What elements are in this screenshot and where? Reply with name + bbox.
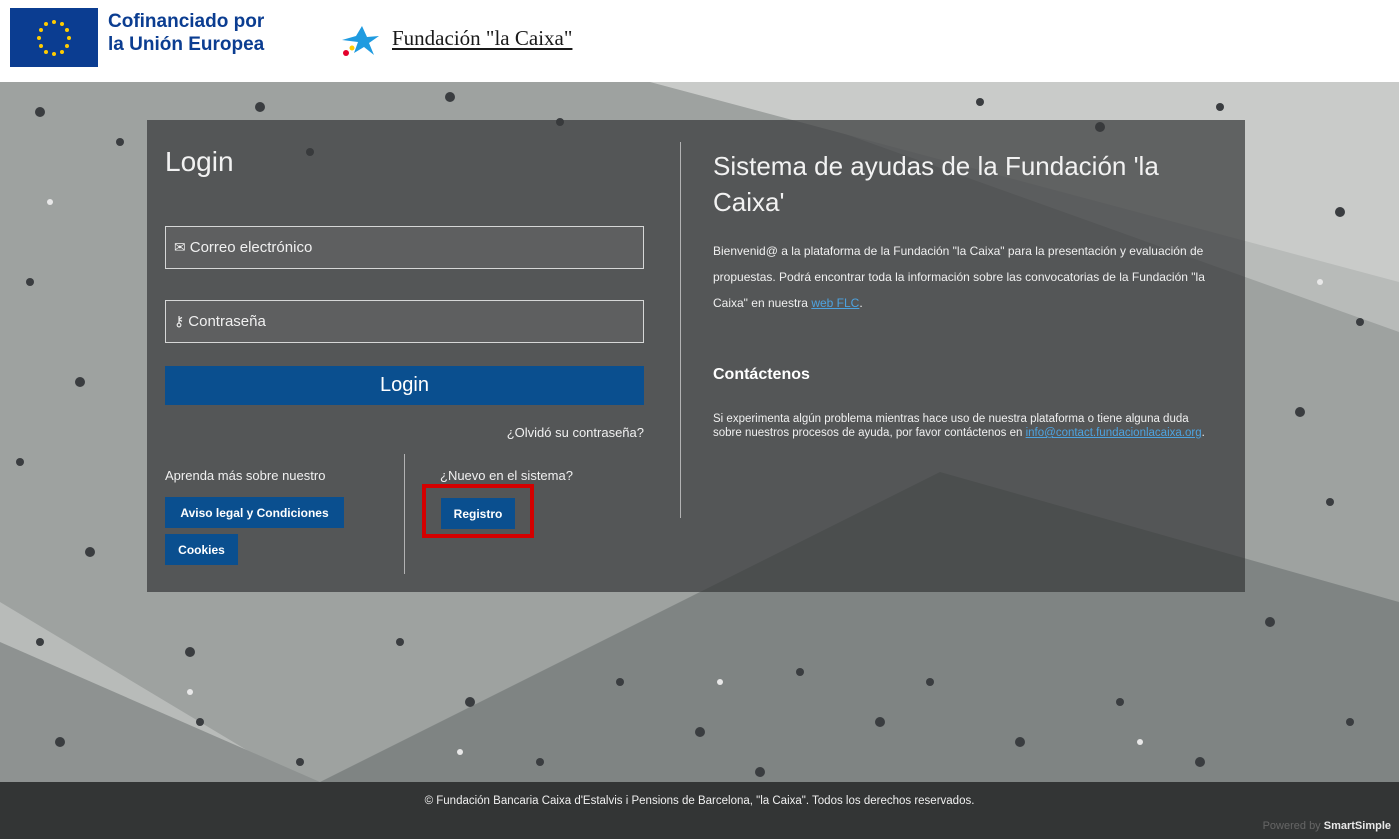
key-icon: ⚷ bbox=[174, 313, 185, 329]
envelope-icon: ✉ bbox=[174, 239, 186, 255]
smartsimple-brand: SmartSimple bbox=[1323, 820, 1391, 832]
eu-line-1: Cofinanciado por bbox=[108, 11, 265, 32]
panel-divider bbox=[680, 142, 681, 518]
password-placeholder: Contraseña bbox=[188, 313, 266, 330]
password-field[interactable]: ⚷ Contraseña bbox=[165, 300, 644, 343]
caixa-logo-text[interactable]: Fundación "la Caixa" bbox=[392, 26, 572, 51]
system-title: Sistema de ayudas de la Fundación 'la Ca… bbox=[713, 151, 1159, 217]
powered-by: Powered by SmartSimple bbox=[1263, 820, 1391, 832]
eu-cofinancing-text: Cofinanciado por la Unión Europea bbox=[108, 10, 264, 56]
eu-flag-icon bbox=[10, 8, 98, 67]
contact-text: Si experimenta algún problema mientras h… bbox=[713, 412, 1213, 440]
cookies-button[interactable]: Cookies bbox=[165, 534, 238, 565]
web-flc-link[interactable]: web FLC bbox=[811, 296, 859, 310]
welcome-text-end: . bbox=[859, 296, 863, 310]
contact-text-end: . bbox=[1201, 427, 1205, 439]
contact-title: Contáctenos bbox=[713, 366, 810, 383]
forgot-password-link[interactable]: ¿Olvidó su contraseña? bbox=[440, 425, 644, 440]
section-divider bbox=[404, 454, 405, 574]
eu-line-2: la Unión Europea bbox=[108, 34, 265, 55]
site-footer: © Fundación Bancaria Caixa d'Estalvis i … bbox=[0, 782, 1399, 839]
site-header: Cofinanciado por la Unión Europea Fundac… bbox=[0, 0, 1399, 82]
welcome-text-body: Bienvenid@ a la plataforma de la Fundaci… bbox=[713, 244, 1205, 310]
caixa-star-icon bbox=[342, 26, 379, 56]
learn-more-label: Aprenda más sobre nuestro bbox=[165, 468, 326, 483]
copyright-text: © Fundación Bancaria Caixa d'Estalvis i … bbox=[424, 795, 975, 807]
login-button[interactable]: Login bbox=[165, 366, 644, 405]
powered-by-prefix: Powered by bbox=[1262, 820, 1321, 832]
contact-email-link[interactable]: info@contact.fundacionlacaixa.org bbox=[1026, 427, 1202, 439]
new-user-label: ¿Nuevo en el sistema? bbox=[440, 468, 573, 483]
legal-terms-button[interactable]: Aviso legal y Condiciones bbox=[165, 497, 344, 528]
email-placeholder: Correo electrónico bbox=[189, 239, 313, 256]
login-title: Login bbox=[165, 146, 234, 177]
welcome-text: Bienvenid@ a la plataforma de la Fundaci… bbox=[713, 238, 1223, 316]
email-field[interactable]: ✉ Correo electrónico bbox=[165, 226, 644, 269]
register-button[interactable]: Registro bbox=[441, 498, 515, 529]
